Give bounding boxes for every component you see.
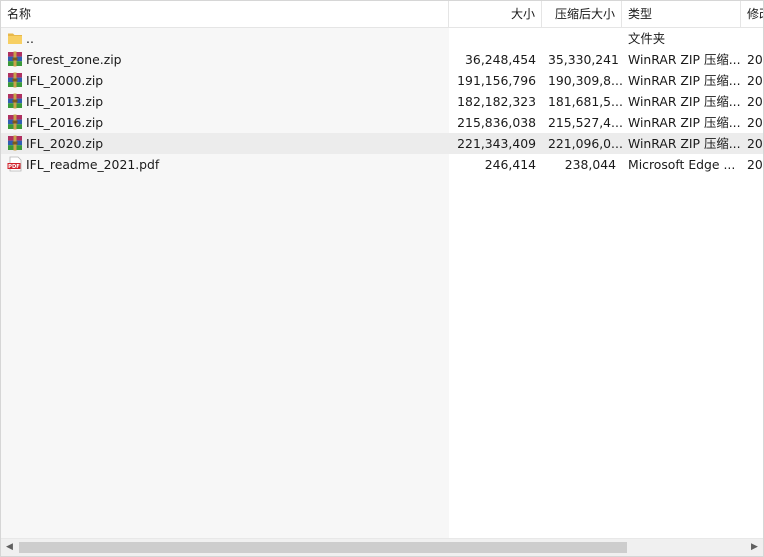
file-packed-size: 35,330,241 bbox=[548, 52, 619, 67]
file-packed-size: 190,309,8... bbox=[548, 73, 622, 88]
file-type: WinRAR ZIP 压缩... bbox=[628, 115, 741, 130]
file-type: WinRAR ZIP 压缩... bbox=[628, 52, 741, 67]
file-modified bbox=[741, 28, 763, 49]
column-header-modified[interactable]: 修改 bbox=[741, 1, 763, 27]
file-type: WinRAR ZIP 压缩... bbox=[628, 136, 741, 151]
file-modified: 20 bbox=[747, 73, 763, 88]
list-item-ifl-2000-zip[interactable]: IFL_2000.zip 191,156,796 190,309,8... Wi… bbox=[1, 70, 763, 91]
list-item-parent-folder[interactable]: .. 文件夹 bbox=[1, 28, 763, 49]
file-type: Microsoft Edge ... bbox=[628, 157, 736, 172]
file-modified: 20 bbox=[747, 157, 763, 172]
column-header-packed-size[interactable]: 压缩后大小 bbox=[542, 1, 622, 27]
file-list-window: 名称 ^ 大小 压缩后大小 类型 修改 .. 文件夹 bbox=[0, 0, 764, 557]
file-name: Forest_zone.zip bbox=[26, 52, 122, 67]
file-packed-size: 181,681,5... bbox=[548, 94, 622, 109]
file-size: 246,414 bbox=[484, 157, 536, 172]
column-header-modified-label: 修改 bbox=[747, 7, 763, 21]
file-packed-size: 221,096,0... bbox=[548, 136, 622, 151]
file-name: .. bbox=[26, 31, 34, 46]
scroll-right-arrow-icon[interactable]: ▶ bbox=[746, 539, 763, 556]
file-type: WinRAR ZIP 压缩... bbox=[628, 94, 741, 109]
file-name: IFL_2000.zip bbox=[26, 73, 104, 88]
file-size: 191,156,796 bbox=[457, 73, 536, 88]
column-header-type-label: 类型 bbox=[628, 7, 653, 21]
file-packed-size bbox=[542, 28, 622, 49]
file-modified: 20 bbox=[747, 136, 763, 151]
column-header-type[interactable]: 类型 bbox=[622, 1, 741, 27]
list-item-ifl-2013-zip[interactable]: IFL_2013.zip 182,182,323 181,681,5... Wi… bbox=[1, 91, 763, 112]
column-header-name-label: 名称 bbox=[7, 7, 32, 21]
file-modified: 20 bbox=[747, 94, 763, 109]
file-type: WinRAR ZIP 压缩... bbox=[628, 73, 741, 88]
file-size: 215,836,038 bbox=[457, 115, 536, 130]
file-modified: 20 bbox=[747, 52, 763, 67]
sort-ascending-icon: ^ bbox=[219, 0, 229, 7]
column-header-size[interactable]: 大小 bbox=[449, 1, 542, 27]
file-packed-size: 215,527,4... bbox=[548, 115, 622, 130]
file-name: IFL_2020.zip bbox=[26, 136, 104, 151]
list-item-ifl-2020-zip[interactable]: IFL_2020.zip 221,343,409 221,096,0... Wi… bbox=[1, 133, 763, 154]
list-item-ifl-readme-2021-pdf[interactable]: PDF IFL_readme_2021.pdf 246,414 238,044 … bbox=[1, 154, 763, 175]
horizontal-scrollbar[interactable]: ◀ ▶ bbox=[1, 538, 763, 556]
file-list[interactable]: .. 文件夹 Forest_zone.zip 36,248,454 35,330… bbox=[1, 28, 763, 540]
scrollbar-thumb[interactable] bbox=[19, 542, 627, 553]
list-item-forest-zone-zip[interactable]: Forest_zone.zip 36,248,454 35,330,241 Wi… bbox=[1, 49, 763, 70]
file-type: 文件夹 bbox=[628, 31, 666, 46]
file-size: 221,343,409 bbox=[457, 136, 536, 151]
scroll-left-arrow-icon[interactable]: ◀ bbox=[1, 539, 18, 556]
file-size: 182,182,323 bbox=[457, 94, 536, 109]
file-packed-size: 238,044 bbox=[564, 157, 616, 172]
file-name: IFL_2016.zip bbox=[26, 115, 104, 130]
file-modified: 20 bbox=[747, 115, 763, 130]
file-size bbox=[449, 28, 542, 49]
file-name: IFL_readme_2021.pdf bbox=[26, 157, 160, 172]
list-item-ifl-2016-zip[interactable]: IFL_2016.zip 215,836,038 215,527,4... Wi… bbox=[1, 112, 763, 133]
column-header-size-label: 大小 bbox=[510, 7, 535, 21]
file-name: IFL_2013.zip bbox=[26, 94, 104, 109]
column-header-packed-size-label: 压缩后大小 bbox=[554, 7, 615, 21]
column-header: 名称 ^ 大小 压缩后大小 类型 修改 bbox=[1, 1, 763, 28]
file-size: 36,248,454 bbox=[465, 52, 536, 67]
